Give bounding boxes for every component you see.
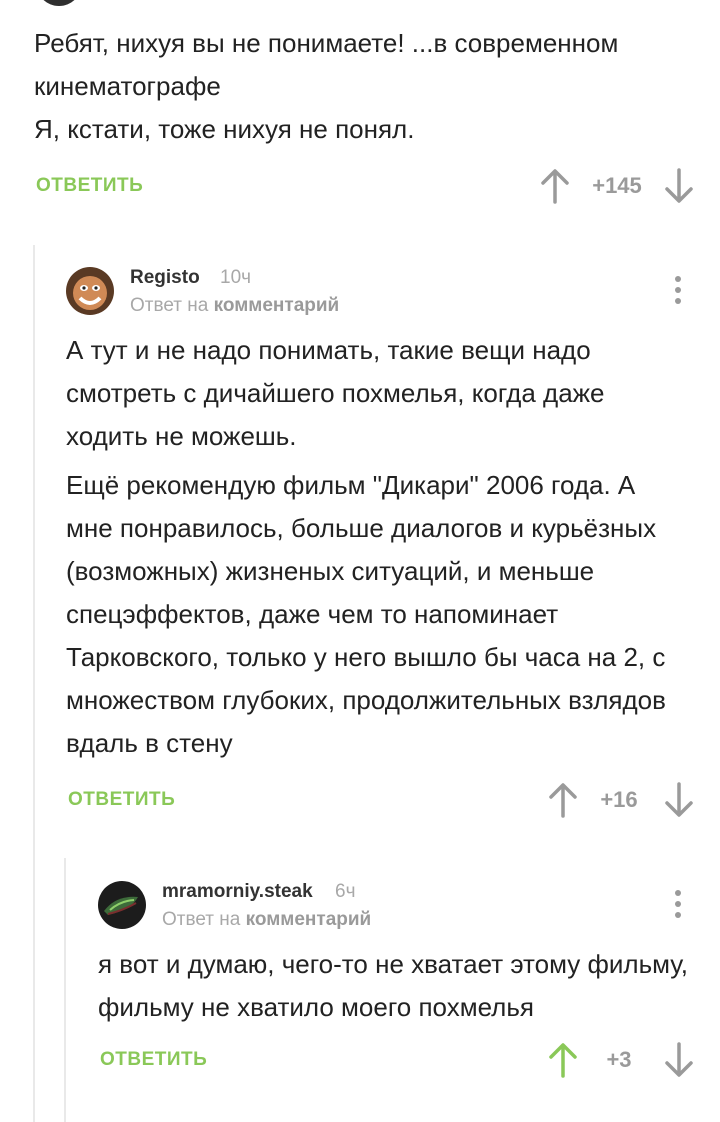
comment-text: Ребят, нихуя вы не понимаете! ...в совре… — [34, 28, 619, 101]
comment-text: я вот и думаю, чего-то не хватает этому … — [98, 949, 688, 1022]
rating-value: +3 — [606, 1047, 632, 1072]
reply-button[interactable]: ОТВЕТИТЬ — [36, 175, 143, 197]
comment-body: я вот и думаю, чего-то не хватает этому … — [98, 943, 698, 1029]
comment-text: А тут и не надо понимать, такие вещи над… — [66, 335, 605, 451]
avatar[interactable] — [36, 0, 82, 6]
reply-button[interactable]: ОТВЕТИТЬ — [100, 1049, 207, 1071]
timestamp: 10ч — [220, 267, 252, 288]
thread-line[interactable] — [33, 245, 35, 1122]
comment-body: Ребят, нихуя вы не понимаете! ...в совре… — [34, 22, 694, 151]
username[interactable]: mramorniy.steak — [162, 881, 313, 903]
username[interactable]: Registo — [130, 267, 200, 289]
arrow-up-icon[interactable] — [548, 782, 578, 818]
reply-to-prefix: Ответ на — [130, 295, 209, 316]
arrow-down-icon[interactable] — [664, 168, 694, 204]
more-vertical-icon[interactable] — [668, 273, 688, 309]
reply-button[interactable]: ОТВЕТИТЬ — [68, 789, 175, 811]
avatar-image — [98, 881, 146, 929]
avatar[interactable] — [98, 881, 146, 929]
comment-body: А тут и не надо понимать, такие вещи над… — [66, 329, 678, 765]
reply-to-prefix: Ответ на — [162, 909, 241, 930]
arrow-up-icon[interactable] — [548, 1042, 578, 1078]
reply-to: Ответ на комментарий — [162, 909, 371, 931]
reply-to: Ответ на комментарий — [130, 295, 339, 317]
avatar-image — [66, 267, 114, 315]
arrow-up-icon[interactable] — [540, 168, 570, 204]
arrow-down-icon[interactable] — [664, 782, 694, 818]
arrow-down-icon[interactable] — [664, 1042, 694, 1078]
rating-value: +16 — [600, 787, 638, 812]
comment-text: Я, кстати, тоже нихуя не понял. — [34, 114, 415, 144]
more-vertical-icon[interactable] — [668, 887, 688, 923]
reply-to-link[interactable]: комментарий — [214, 295, 340, 316]
reply-to-link[interactable]: комментарий — [246, 909, 372, 930]
thread-line[interactable] — [64, 858, 66, 1122]
rating-value: +145 — [592, 173, 642, 198]
timestamp: 6ч — [335, 881, 356, 902]
avatar[interactable] — [66, 267, 114, 315]
comment-text: Ещё рекомендую фильм "Дикари" 2006 года.… — [66, 470, 666, 758]
